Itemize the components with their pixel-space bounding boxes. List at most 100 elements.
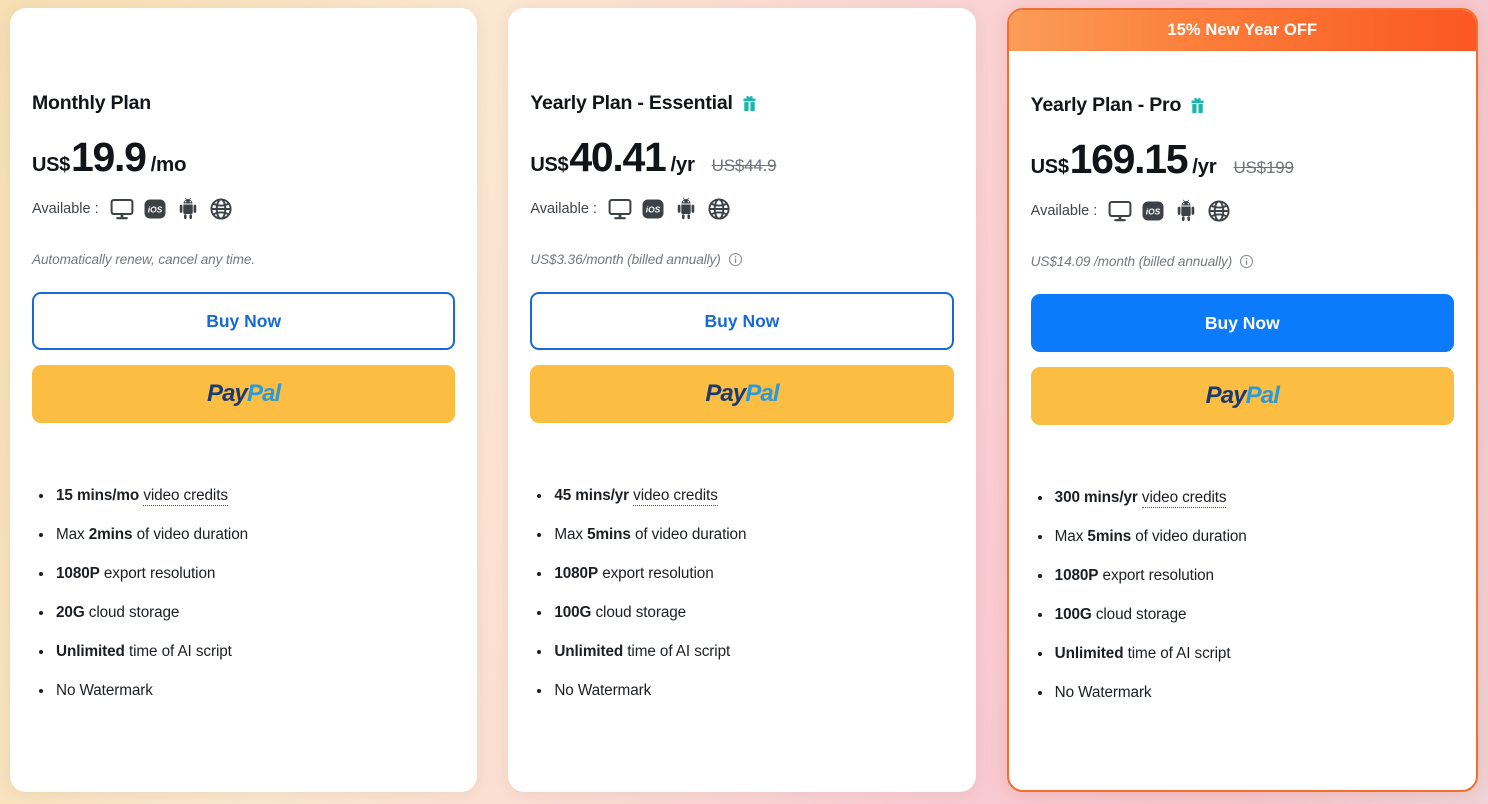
paypal-logo: PayPal bbox=[705, 380, 779, 408]
feature-item: Max 5mins of video duration bbox=[1031, 528, 1454, 546]
feature-item: 100G cloud storage bbox=[1031, 606, 1454, 624]
android-icon bbox=[677, 197, 695, 219]
card-body: Yearly Plan - Essential US$ 40.41/yr US$44.… bbox=[508, 8, 975, 792]
price-period: /mo bbox=[150, 153, 187, 176]
price-currency: US$ bbox=[32, 154, 71, 176]
price-row: US$ 19.9/mo bbox=[32, 137, 455, 178]
plan-title: Monthly Plan bbox=[32, 92, 455, 115]
paypal-pay-text: Pay bbox=[705, 380, 746, 407]
feature-item: Unlimited time of AI script bbox=[530, 643, 953, 661]
feature-item: 1080P export resolution bbox=[1031, 567, 1454, 585]
feature-item: Unlimited time of AI script bbox=[32, 643, 455, 661]
feature-highlight: 15 mins/mo bbox=[56, 487, 140, 504]
feature-text: of video duration bbox=[630, 526, 747, 543]
web-globe-icon bbox=[1208, 200, 1230, 222]
desktop-icon bbox=[608, 199, 632, 220]
promo-banner: 15% New Year OFF bbox=[1008, 10, 1476, 51]
buy-now-button[interactable]: Buy Now bbox=[1030, 294, 1454, 352]
plan-title-text: Monthly Plan bbox=[32, 92, 151, 114]
billing-note: US$3.36/month (billed annually) bbox=[530, 250, 953, 268]
android-icon bbox=[179, 197, 196, 219]
paypal-logo: PayPal bbox=[206, 380, 281, 408]
price-row: US$ 40.41/yr US$44.9 bbox=[530, 137, 953, 178]
feature-tooltip-link[interactable]: video credits bbox=[1141, 489, 1227, 508]
price-amount: 169.15 bbox=[1069, 136, 1189, 182]
paypal-button[interactable]: PayPal bbox=[1030, 367, 1454, 425]
paypal-logo: PayPal bbox=[1206, 382, 1280, 410]
plan-title: Yearly Plan - Pro bbox=[1031, 94, 1454, 117]
paypal-button[interactable]: PayPal bbox=[530, 365, 954, 423]
plan-title: Yearly Plan - Essential bbox=[530, 92, 953, 115]
ios-icon: iOS bbox=[144, 199, 166, 219]
price-original: US$199 bbox=[1233, 158, 1294, 177]
feature-highlight: 100G bbox=[1054, 606, 1092, 623]
feature-text: of video duration bbox=[1131, 528, 1247, 545]
feature-highlight: 5mins bbox=[587, 526, 631, 543]
web-globe-icon bbox=[708, 198, 730, 220]
price-period: /yr bbox=[670, 153, 695, 176]
svg-text:iOS: iOS bbox=[147, 204, 162, 214]
paypal-button[interactable]: PayPal bbox=[32, 365, 456, 423]
feature-highlight: Unlimited bbox=[554, 643, 624, 660]
feature-text: time of AI script bbox=[1123, 645, 1231, 662]
pricing-card-monthly: Monthly Plan US$ 19.9/mo Available : iOS Auto… bbox=[10, 8, 478, 792]
feature-text: time of AI script bbox=[623, 643, 731, 660]
available-row: Available : iOS bbox=[530, 197, 953, 221]
available-label: Available : bbox=[530, 201, 597, 217]
billing-note: Automatically renew, cancel any time. bbox=[32, 250, 455, 268]
buy-now-label: Buy Now bbox=[704, 310, 780, 331]
feature-text: export resolution bbox=[1098, 567, 1215, 584]
feature-list: 300 mins/yr video credits Max 5mins of vi… bbox=[1031, 489, 1454, 702]
desktop-icon bbox=[1108, 201, 1132, 222]
available-label: Available : bbox=[32, 201, 99, 217]
web-globe-icon bbox=[210, 198, 232, 220]
feature-highlight: 20G bbox=[56, 604, 85, 621]
paypal-pay-text: Pay bbox=[206, 380, 248, 407]
info-icon-button[interactable] bbox=[1239, 254, 1254, 269]
plan-title-text: Yearly Plan - Essential bbox=[530, 92, 733, 114]
feature-tooltip-link[interactable]: video credits bbox=[633, 487, 718, 506]
plan-title-text: Yearly Plan - Pro bbox=[1030, 94, 1182, 116]
price-original: US$44.9 bbox=[711, 156, 777, 175]
card-body: Monthly Plan US$ 19.9/mo Available : iOS Auto… bbox=[10, 8, 477, 792]
feature-text: Max bbox=[554, 526, 588, 543]
buy-now-label: Buy Now bbox=[1204, 312, 1280, 333]
buy-now-button[interactable]: Buy Now bbox=[530, 292, 954, 350]
feature-item: 100G cloud storage bbox=[530, 604, 953, 622]
feature-item: 45 mins/yr video credits bbox=[530, 487, 953, 506]
feature-tooltip-link[interactable]: video credits bbox=[143, 487, 228, 506]
pricing-card-yearly-essential: Yearly Plan - Essential US$ 40.41/yr US$44.… bbox=[508, 8, 976, 792]
info-icon bbox=[1240, 254, 1254, 268]
feature-item: Max 2mins of video duration bbox=[32, 526, 455, 544]
price-period: /yr bbox=[1192, 155, 1217, 178]
feature-text: No Watermark bbox=[1054, 684, 1152, 701]
feature-highlight: 100G bbox=[554, 604, 592, 621]
buy-now-button[interactable]: Buy Now bbox=[32, 292, 456, 350]
feature-item: No Watermark bbox=[1031, 684, 1454, 702]
available-row: Available : iOS bbox=[1031, 199, 1454, 223]
available-label: Available : bbox=[1030, 203, 1098, 219]
feature-text: No Watermark bbox=[554, 682, 652, 699]
pricing-card-yearly-pro: 15% New Year OFF Yearly Plan - Pro US$ 169.… bbox=[1006, 8, 1478, 792]
feature-item: 1080P export resolution bbox=[530, 565, 953, 583]
price-row: US$ 169.15/yr US$199 bbox=[1031, 139, 1454, 180]
feature-text: export resolution bbox=[99, 565, 216, 582]
feature-text: time of AI script bbox=[124, 643, 232, 660]
paypal-pal-text: Pal bbox=[1245, 382, 1280, 409]
feature-item: No Watermark bbox=[32, 682, 455, 700]
ios-icon: iOS bbox=[642, 199, 664, 219]
feature-item: 20G cloud storage bbox=[32, 604, 455, 622]
feature-highlight: 1080P bbox=[1054, 567, 1099, 584]
buy-now-label: Buy Now bbox=[206, 310, 282, 331]
billing-note: US$14.09 /month (billed annually) bbox=[1031, 252, 1454, 270]
feature-item: 15 mins/mo video credits bbox=[32, 487, 455, 506]
feature-highlight: Unlimited bbox=[56, 643, 125, 660]
paypal-pal-text: Pal bbox=[745, 380, 779, 407]
price-currency: US$ bbox=[1030, 156, 1069, 178]
feature-text: Max bbox=[1054, 528, 1088, 545]
feature-text: cloud storage bbox=[1091, 606, 1187, 623]
paypal-pal-text: Pal bbox=[247, 380, 281, 407]
price-currency: US$ bbox=[530, 154, 569, 176]
info-icon-button[interactable] bbox=[728, 252, 743, 267]
promo-banner-label: 15% New Year OFF bbox=[1167, 21, 1318, 39]
